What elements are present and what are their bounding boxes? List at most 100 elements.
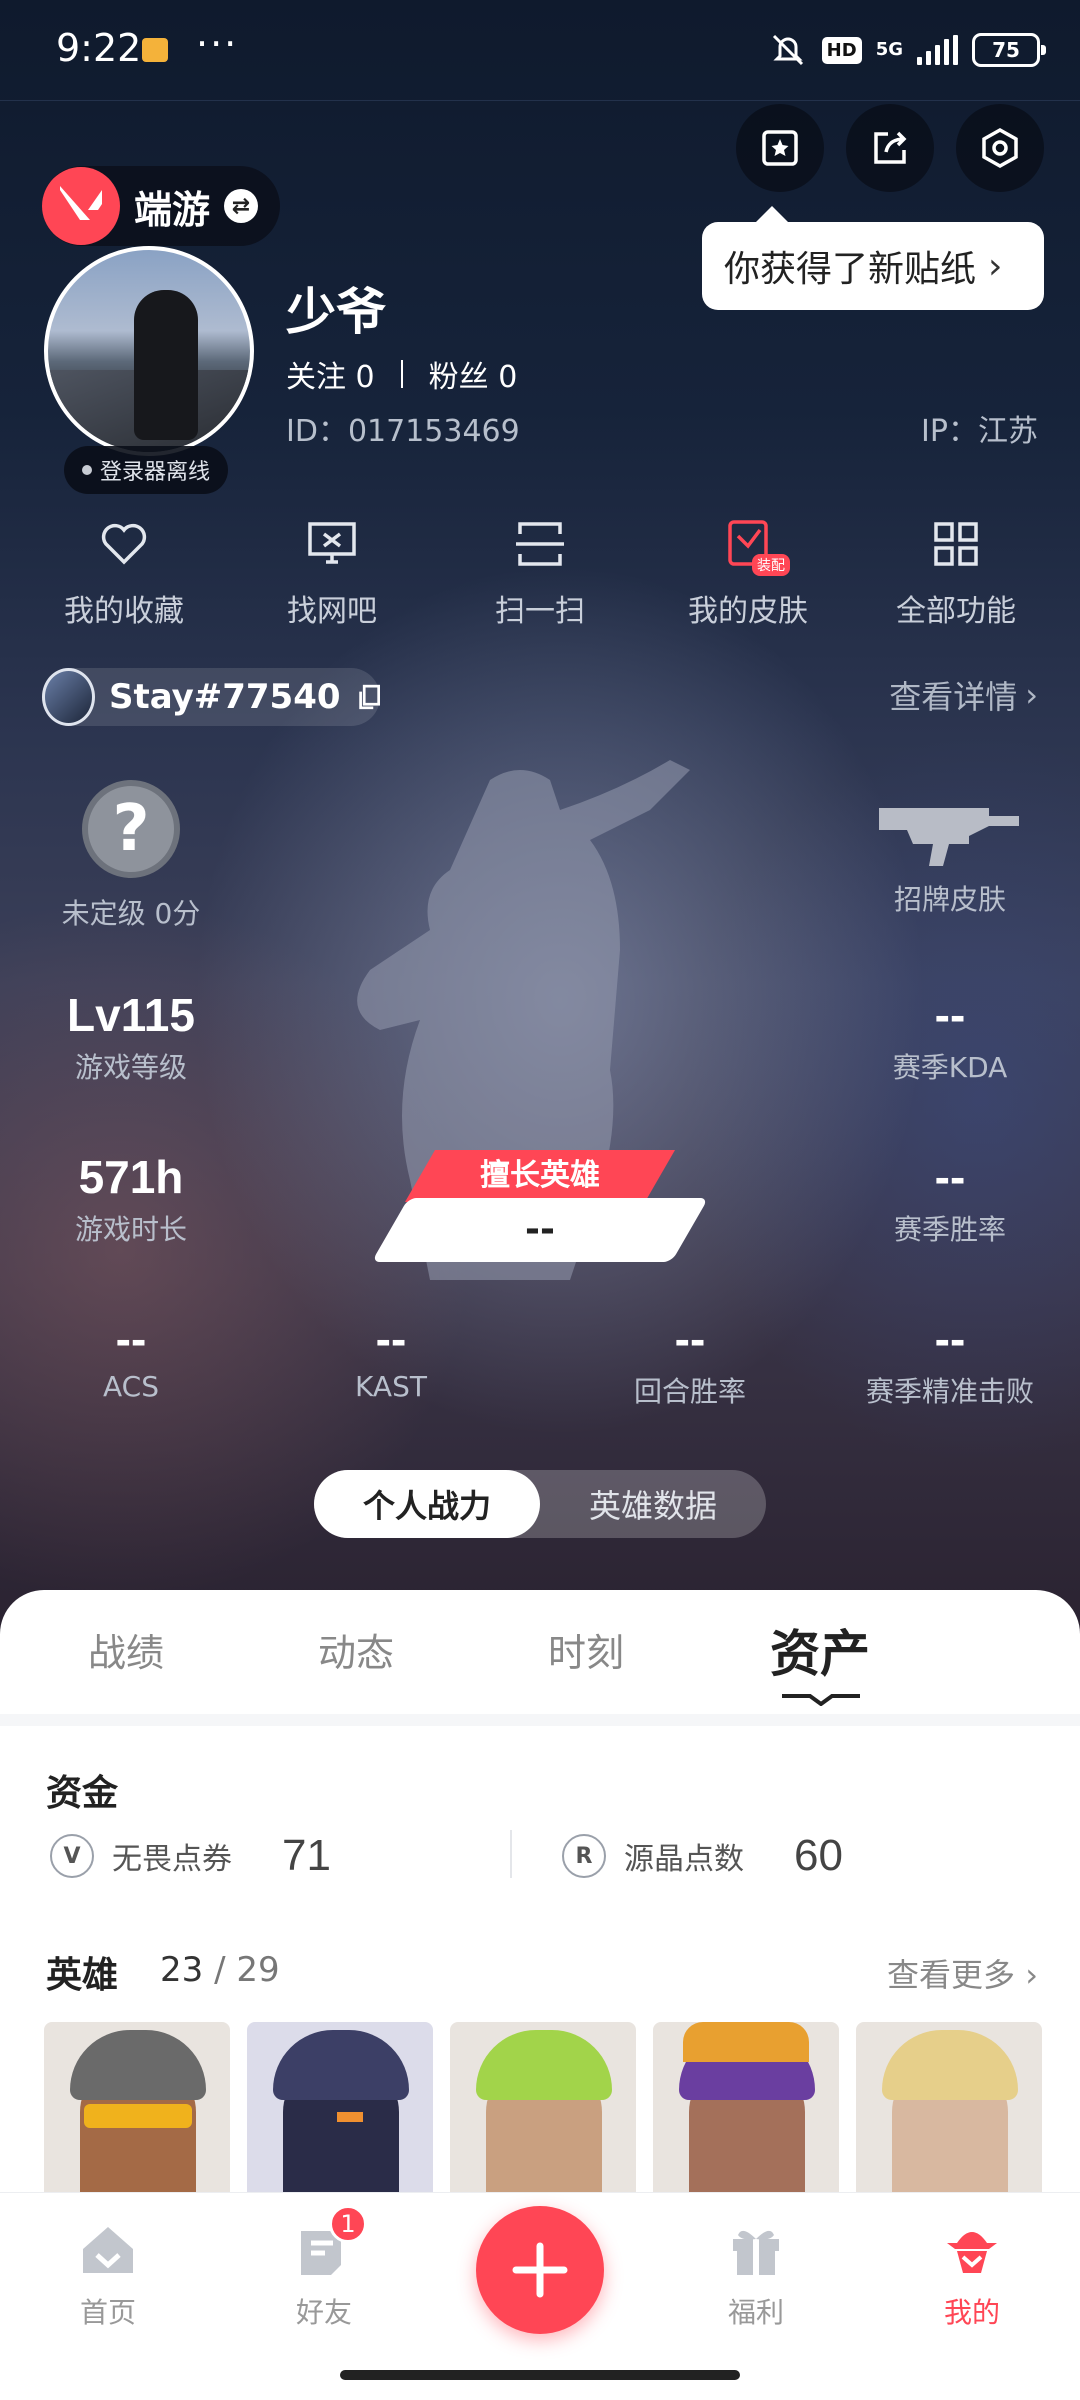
funds-title: 资金 [46, 1773, 119, 1814]
kda-value: -- [934, 989, 966, 1041]
tab-assets[interactable]: 资产 [770, 1614, 870, 1686]
game-name: 端游 [134, 187, 211, 232]
fans-stat[interactable]: 粉丝 0 [429, 352, 518, 396]
nav-rewards-label: 福利 [727, 2296, 784, 2329]
share-button[interactable] [846, 104, 934, 192]
friends-icon: 1 [295, 2205, 367, 2279]
user-nickname: 少爷 [286, 283, 386, 341]
rank-stat[interactable]: ? 未定级 0分 [56, 780, 206, 932]
skin-icon: 装配 [720, 516, 790, 576]
round-winrate-stat: -- 回合胜率 [610, 1312, 770, 1410]
nav-rewards[interactable]: 福利 [696, 2221, 816, 2331]
rank-label: 未定级 0分 [61, 897, 201, 930]
vp-icon: V [50, 1834, 94, 1878]
winrate-label: 赛季胜率 [893, 1213, 1006, 1246]
playtime-value: 571h [78, 1151, 184, 1203]
settings-hex-icon [982, 127, 1018, 169]
game-account-chip[interactable]: Stay#77540 [42, 668, 380, 726]
nav-home[interactable]: 首页 [48, 2221, 168, 2331]
network-type: 5G [875, 39, 903, 60]
funds-divider [510, 1830, 512, 1878]
sticker-button[interactable] [736, 104, 824, 192]
nav-friends-label: 好友 [295, 2296, 352, 2329]
tab-feed[interactable]: 动态 [318, 1622, 394, 1677]
grid-icon [934, 522, 978, 566]
radianite-points: R 源晶点数 60 [562, 1826, 843, 1886]
agents-total: / 29 [214, 1950, 280, 1990]
agent-card[interactable] [450, 2022, 636, 2212]
user-avatar[interactable] [44, 246, 254, 456]
acs-stat: -- ACS [56, 1312, 206, 1403]
copy-icon[interactable] [357, 683, 380, 711]
status-time: 9:22 [56, 26, 142, 70]
level-stat: Lv115 游戏等级 [56, 988, 206, 1086]
best-agent-tag: 擅长英雄 [480, 1158, 600, 1193]
segment-personal-power[interactable]: 个人战力 [314, 1470, 540, 1538]
more-notifications-icon: ··· [196, 22, 239, 66]
quick-all-functions[interactable]: 全部功能 [866, 516, 1046, 636]
nav-mine-label: 我的 [943, 2296, 1000, 2329]
active-tab-indicator [782, 1694, 860, 1706]
monitor-icon [308, 522, 356, 564]
home-indicator[interactable] [340, 2370, 740, 2380]
rp-value: 60 [794, 1831, 843, 1880]
quick-favorites[interactable]: 我的收藏 [34, 516, 214, 636]
playtime-label: 游戏时长 [74, 1213, 187, 1246]
level-label: 游戏等级 [74, 1051, 187, 1084]
skin-label: 招牌皮肤 [893, 883, 1006, 916]
view-more-label: 查看更多 [887, 1956, 1016, 1994]
agent-card[interactable] [856, 2022, 1042, 2212]
mute-icon [772, 34, 803, 66]
plus-icon [512, 2242, 568, 2298]
quick-netcafe[interactable]: 找网吧 [242, 516, 422, 636]
launcher-status-text: 登录器离线 [100, 460, 211, 485]
section-divider [0, 1714, 1080, 1726]
scan-icon [516, 522, 564, 566]
rp-icon: R [562, 1834, 606, 1878]
battery-level: 75 [992, 38, 1020, 62]
riot-id: Stay#77540 [108, 677, 341, 717]
new-sticker-tooltip[interactable]: 你获得了新贴纸 › [702, 206, 1044, 310]
tooltip-text: 你获得了新贴纸 [724, 249, 977, 290]
playtime-stat: 571h 游戏时长 [56, 1150, 206, 1248]
nav-home-label: 首页 [79, 2296, 136, 2329]
best-agent-plate[interactable]: 擅长英雄 -- [370, 1150, 710, 1270]
game-switch-badge[interactable]: 端游 ⇄ [42, 166, 280, 246]
heart-icon [101, 523, 147, 565]
agent-card[interactable] [653, 2022, 839, 2212]
round-winrate-label: 回合胜率 [633, 1375, 746, 1408]
acs-label: ACS [103, 1370, 159, 1403]
agent-card[interactable] [247, 2022, 433, 2212]
view-details-link[interactable]: 查看详情 › [889, 672, 1038, 718]
quick-label: 全部功能 [896, 594, 1016, 629]
best-agent-value: -- [525, 1209, 555, 1250]
kast-label: KAST [355, 1370, 427, 1403]
fans-count: 0 [498, 360, 518, 395]
quick-my-skins[interactable]: 装配 我的皮肤 [658, 516, 838, 636]
status-bar: 9:22 ··· HD 5G 75 [0, 0, 1080, 100]
status-dot-icon [82, 465, 92, 475]
precise-kill-stat: -- 赛季精准击败 [850, 1312, 1050, 1410]
settings-button[interactable] [956, 104, 1044, 192]
quick-scan[interactable]: 扫一扫 [450, 516, 630, 636]
valorant-logo-icon [42, 167, 120, 245]
notification-icon [142, 38, 168, 62]
sticker-icon [762, 130, 798, 166]
quick-label: 找网吧 [287, 594, 377, 629]
profile-hat-icon [947, 2232, 997, 2273]
chevron-right-icon: › [988, 245, 1003, 287]
kda-label: 赛季KDA [892, 1051, 1008, 1084]
agent-card[interactable] [44, 2022, 230, 2212]
segment-agent-data[interactable]: 英雄数据 [540, 1470, 766, 1538]
tab-records[interactable]: 战绩 [88, 1622, 164, 1677]
signature-skin-stat[interactable]: 招牌皮肤 [870, 796, 1030, 918]
tab-moments[interactable]: 时刻 [548, 1622, 624, 1677]
create-post-button[interactable] [476, 2206, 604, 2334]
user-id: ID：017153469 [286, 414, 520, 449]
nav-friends[interactable]: 1 好友 [264, 2205, 384, 2331]
agents-owned: 23 [160, 1950, 204, 1990]
view-more-link[interactable]: 查看更多 › [887, 1950, 1038, 1996]
unranked-icon: ? [82, 780, 180, 878]
following-stat[interactable]: 关注 0 [286, 352, 375, 396]
nav-mine[interactable]: 我的 [912, 2221, 1032, 2331]
